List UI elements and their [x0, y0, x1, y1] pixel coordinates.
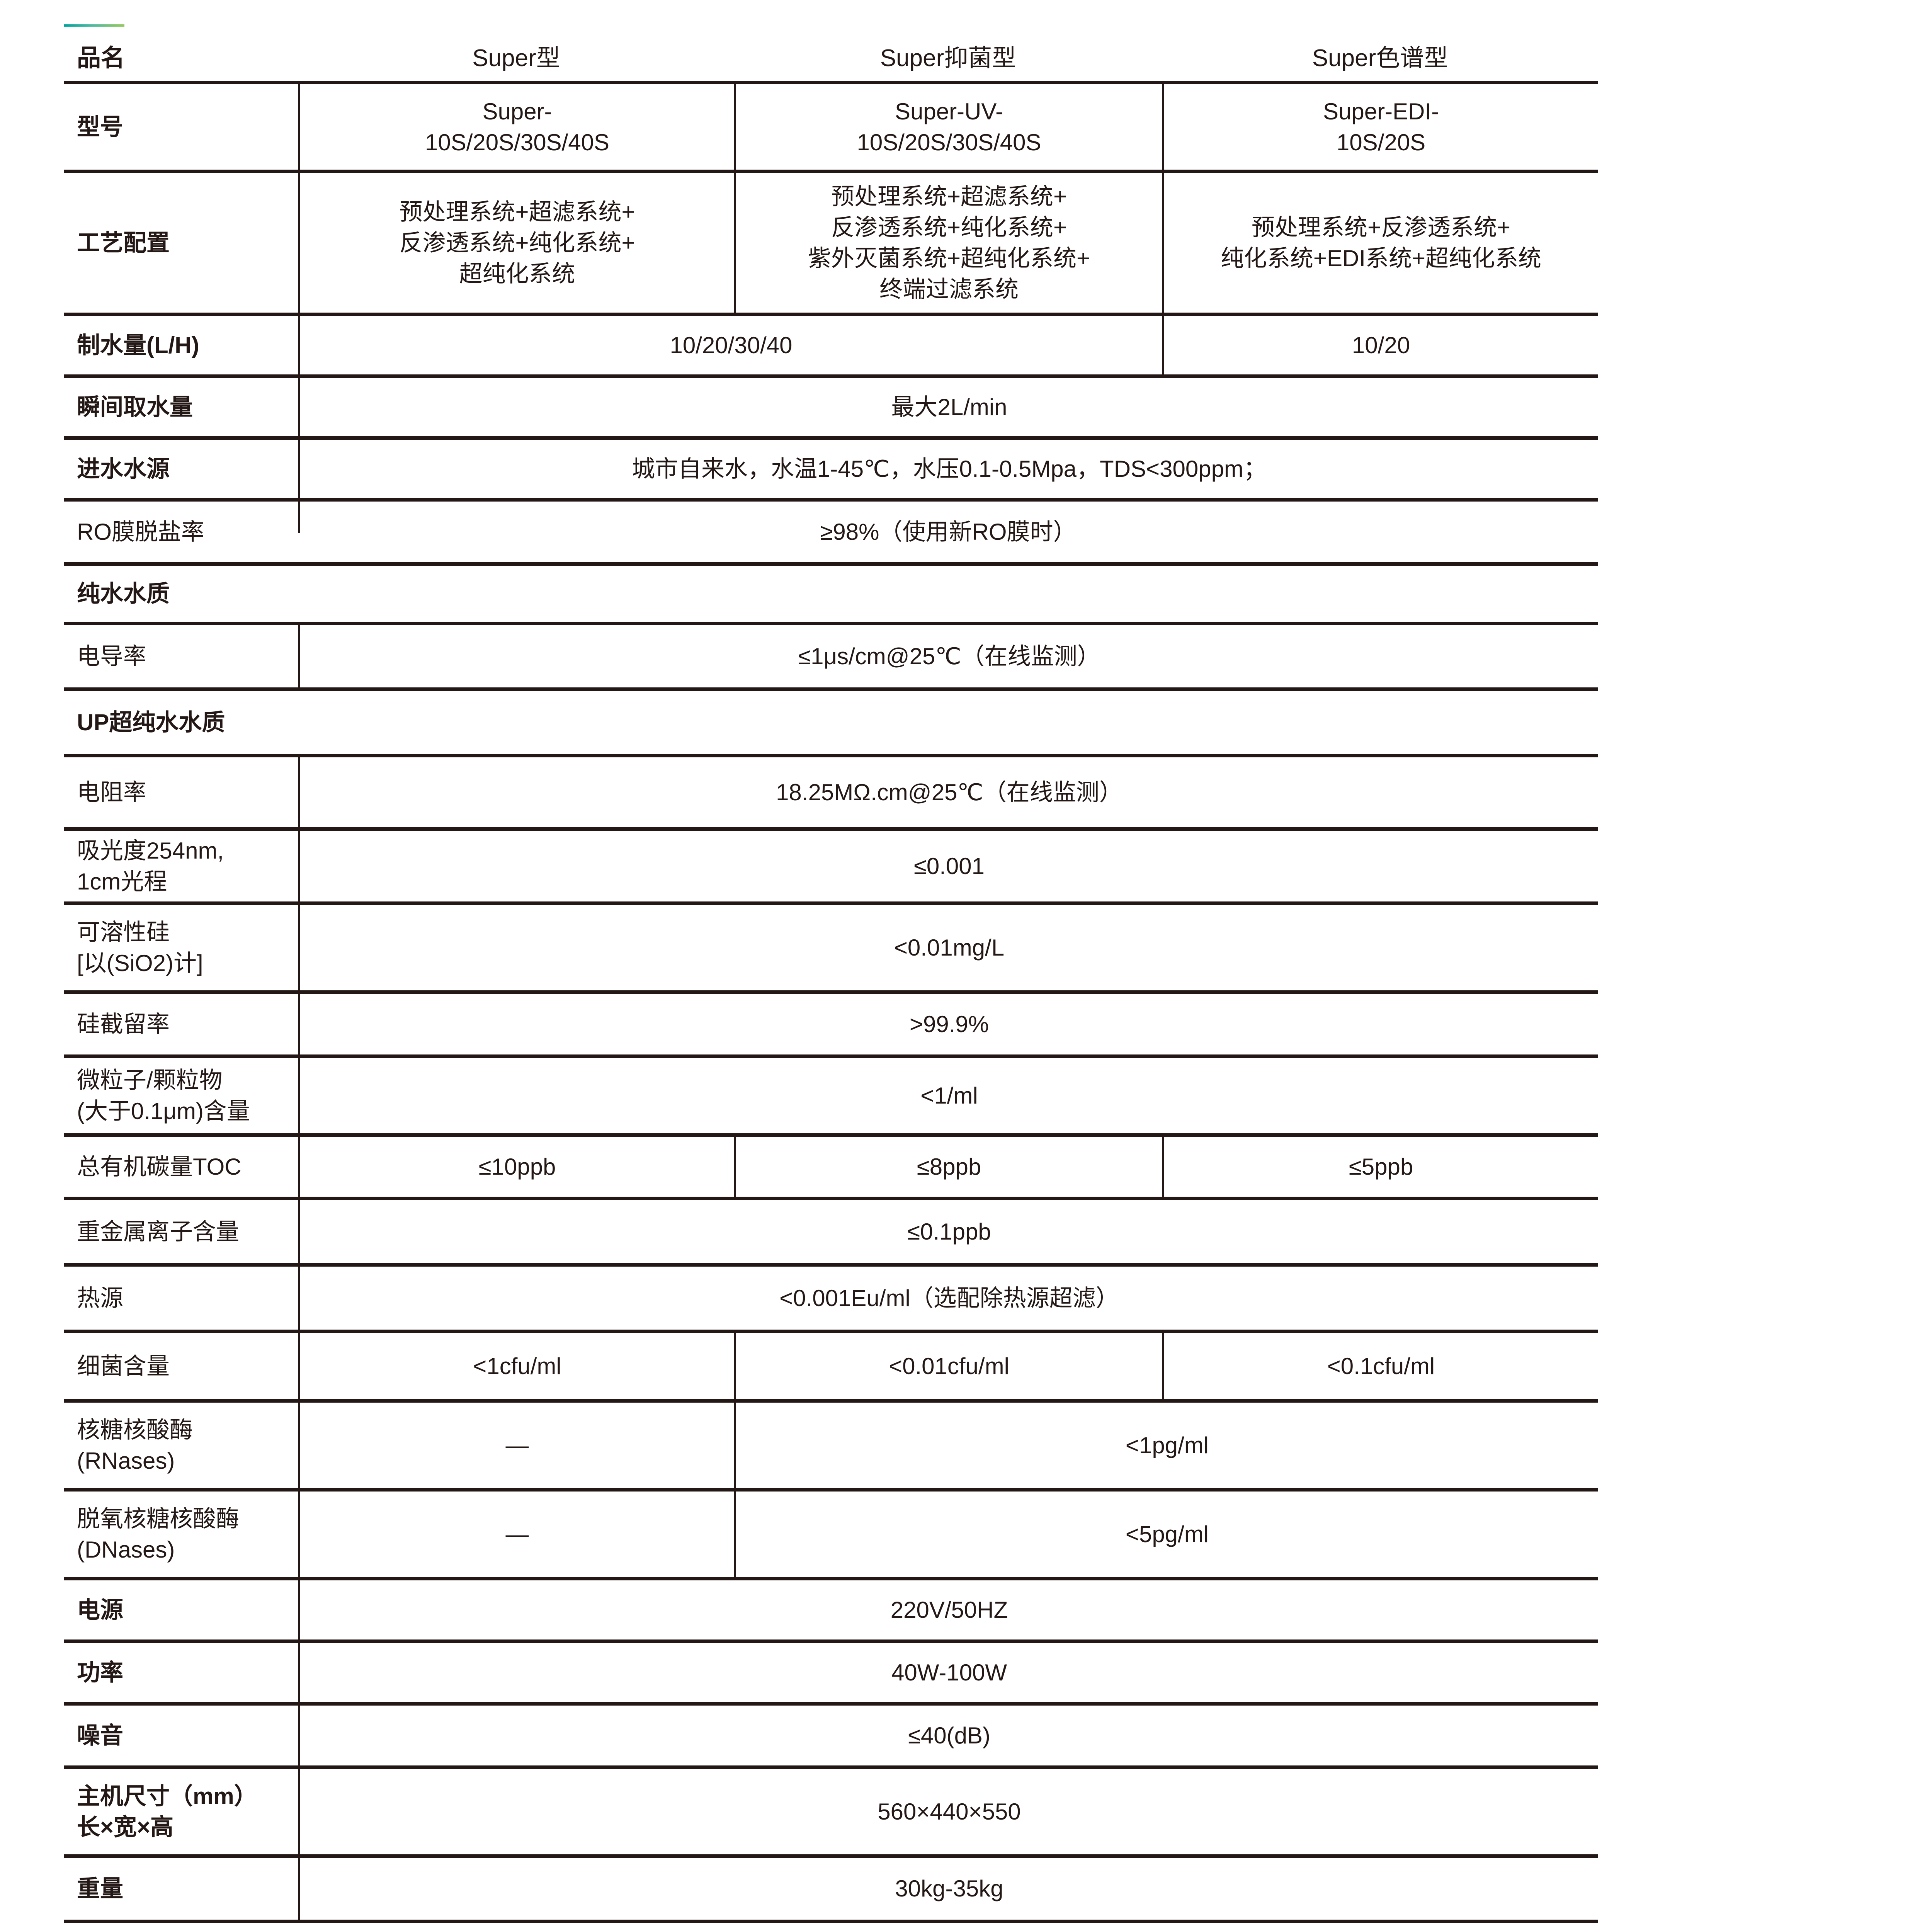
- row-label: 瞬间取水量: [64, 378, 298, 436]
- cell-value: <0.1cfu/ml: [1162, 1333, 1598, 1399]
- row-resistivity: 电阻率 18.25MΩ.cm@25℃（在线监测）: [64, 757, 1598, 831]
- row-feed-water: 进水水源 城市自来水，水温1-45℃，水压0.1-0.5Mpa，TDS<300p…: [64, 440, 1598, 502]
- header-col-super-uv: Super抑菌型: [734, 36, 1162, 81]
- row-power-supply: 电源 220V/50HZ: [64, 1580, 1598, 1643]
- cell-value: 预处理系统+超滤系统+ 反渗透系统+纯化系统+ 超纯化系统: [298, 173, 734, 313]
- cell-value-full: ≤1μs/cm@25℃（在线监测）: [298, 625, 1598, 687]
- row-label: 主机尺寸（mm） 长×宽×高: [64, 1769, 298, 1854]
- row-bacteria: 细菌含量 <1cfu/ml <0.01cfu/ml <0.1cfu/ml: [64, 1333, 1598, 1403]
- row-label: 功率: [64, 1643, 298, 1702]
- row-toc: 总有机碳量TOC ≤10ppb ≤8ppb ≤5ppb: [64, 1137, 1598, 1200]
- row-ro-desalination: RO膜脱盐率 ≥98%（使用新RO膜时）: [64, 502, 1598, 566]
- spec-table: 品名 Super型 Super抑菌型 Super色谱型 型号 Super- 10…: [64, 36, 1598, 1923]
- cell-value: —: [298, 1492, 734, 1577]
- cell-value-full: <0.01mg/L: [298, 905, 1598, 990]
- cell-value-full: ≥98%（使用新RO膜时）: [298, 502, 1598, 562]
- row-power: 功率 40W-100W: [64, 1643, 1598, 1706]
- cell-value-span23: <1pg/ml: [734, 1403, 1598, 1488]
- row-rnases: 核糖核酸酶 (RNases) — <1pg/ml: [64, 1403, 1598, 1492]
- row-label: 脱氧核糖核酸酶 (DNases): [64, 1492, 298, 1577]
- row-label: RO膜脱盐率: [64, 502, 298, 562]
- cell-value-full: 18.25MΩ.cm@25℃（在线监测）: [298, 757, 1598, 827]
- row-label: 噪音: [64, 1706, 298, 1765]
- row-label: 热源: [64, 1267, 298, 1330]
- row-pyrogen: 热源 <0.001Eu/ml（选配除热源超滤）: [64, 1267, 1598, 1333]
- header-label-product-name: 品名: [64, 36, 298, 81]
- table-header-row: 品名 Super型 Super抑菌型 Super色谱型: [64, 36, 1598, 84]
- cell-value-full: >99.9%: [298, 994, 1598, 1054]
- row-label: 细菌含量: [64, 1333, 298, 1399]
- row-conductivity: 电导率 ≤1μs/cm@25℃（在线监测）: [64, 625, 1598, 691]
- cell-value: ≤8ppb: [734, 1137, 1162, 1197]
- row-label: 吸光度254nm, 1cm光程: [64, 831, 298, 901]
- header-col-super-edi: Super色谱型: [1162, 36, 1598, 81]
- cell-value: <1cfu/ml: [298, 1333, 734, 1399]
- row-soluble-silica: 可溶性硅 [以(SiO2)计] <0.01mg/L: [64, 905, 1598, 994]
- cell-value: 预处理系统+反渗透系统+ 纯化系统+EDI系统+超纯化系统: [1162, 173, 1598, 313]
- cell-value-full: 最大2L/min: [298, 378, 1598, 436]
- row-silica-rejection: 硅截留率 >99.9%: [64, 994, 1598, 1058]
- cell-value: 10/20: [1162, 316, 1598, 374]
- cell-value: —: [298, 1403, 734, 1488]
- section-title: UP超纯水水质: [64, 691, 1598, 754]
- header-col-super: Super型: [298, 36, 734, 81]
- section-title: 纯水水质: [64, 566, 1598, 622]
- row-label: 电导率: [64, 625, 298, 687]
- row-label: 重量: [64, 1858, 298, 1920]
- row-label: 进水水源: [64, 440, 298, 498]
- row-label: 微粒子/颗粒物 (大于0.1μm)含量: [64, 1058, 298, 1133]
- section-up-ultrapure-quality: UP超纯水水质: [64, 691, 1598, 757]
- cell-value-full: 40W-100W: [298, 1643, 1598, 1702]
- section-pure-water-quality: 纯水水质: [64, 566, 1598, 625]
- row-dimensions: 主机尺寸（mm） 长×宽×高 560×440×550: [64, 1769, 1598, 1858]
- row-instant-dispense: 瞬间取水量 最大2L/min: [64, 378, 1598, 440]
- accent-gradient-line: [64, 24, 124, 27]
- row-label: 可溶性硅 [以(SiO2)计]: [64, 905, 298, 990]
- cell-value: ≤10ppb: [298, 1137, 734, 1197]
- cell-value: Super- 10S/20S/30S/40S: [298, 84, 734, 170]
- cell-value-full: ≤0.1ppb: [298, 1200, 1598, 1263]
- row-label: 工艺配置: [64, 173, 298, 313]
- cell-value-full: 城市自来水，水温1-45℃，水压0.1-0.5Mpa，TDS<300ppm；: [298, 440, 1598, 498]
- cell-value-span23: <5pg/ml: [734, 1492, 1598, 1577]
- cell-value: 预处理系统+超滤系统+ 反渗透系统+纯化系统+ 紫外灭菌系统+超纯化系统+ 终端…: [734, 173, 1162, 313]
- row-water-output: 制水量(L/H) 10/20/30/40 10/20: [64, 316, 1598, 378]
- row-process-config: 工艺配置 预处理系统+超滤系统+ 反渗透系统+纯化系统+ 超纯化系统 预处理系统…: [64, 173, 1598, 316]
- row-label: 硅截留率: [64, 994, 298, 1054]
- row-heavy-metal: 重金属离子含量 ≤0.1ppb: [64, 1200, 1598, 1267]
- cell-value-full: ≤0.001: [298, 831, 1598, 901]
- row-label: 电阻率: [64, 757, 298, 827]
- cell-value-full: ≤40(dB): [298, 1706, 1598, 1765]
- row-absorbance: 吸光度254nm, 1cm光程 ≤0.001: [64, 831, 1598, 905]
- cell-value: ≤5ppb: [1162, 1137, 1598, 1197]
- cell-value-full: 220V/50HZ: [298, 1580, 1598, 1639]
- cell-value-full: 560×440×550: [298, 1769, 1598, 1854]
- cell-value: Super-UV- 10S/20S/30S/40S: [734, 84, 1162, 170]
- row-label: 核糖核酸酶 (RNases): [64, 1403, 298, 1488]
- row-label: 总有机碳量TOC: [64, 1137, 298, 1197]
- row-particles: 微粒子/颗粒物 (大于0.1μm)含量 <1/ml: [64, 1058, 1598, 1137]
- row-label: 电源: [64, 1580, 298, 1639]
- cell-value-span12: 10/20/30/40: [298, 316, 1162, 374]
- row-dnases: 脱氧核糖核酸酶 (DNases) — <5pg/ml: [64, 1492, 1598, 1580]
- row-weight: 重量 30kg-35kg: [64, 1858, 1598, 1923]
- cell-value-full: <1/ml: [298, 1058, 1598, 1133]
- cell-value-full: 30kg-35kg: [298, 1858, 1598, 1920]
- cell-value: Super-EDI- 10S/20S: [1162, 84, 1598, 170]
- row-label: 重金属离子含量: [64, 1200, 298, 1263]
- row-label: 制水量(L/H): [64, 316, 298, 374]
- cell-value: <0.01cfu/ml: [734, 1333, 1162, 1399]
- row-noise: 噪音 ≤40(dB): [64, 1706, 1598, 1769]
- cell-value-full: <0.001Eu/ml（选配除热源超滤）: [298, 1267, 1598, 1330]
- row-label: 型号: [64, 84, 298, 170]
- row-model: 型号 Super- 10S/20S/30S/40S Super-UV- 10S/…: [64, 84, 1598, 173]
